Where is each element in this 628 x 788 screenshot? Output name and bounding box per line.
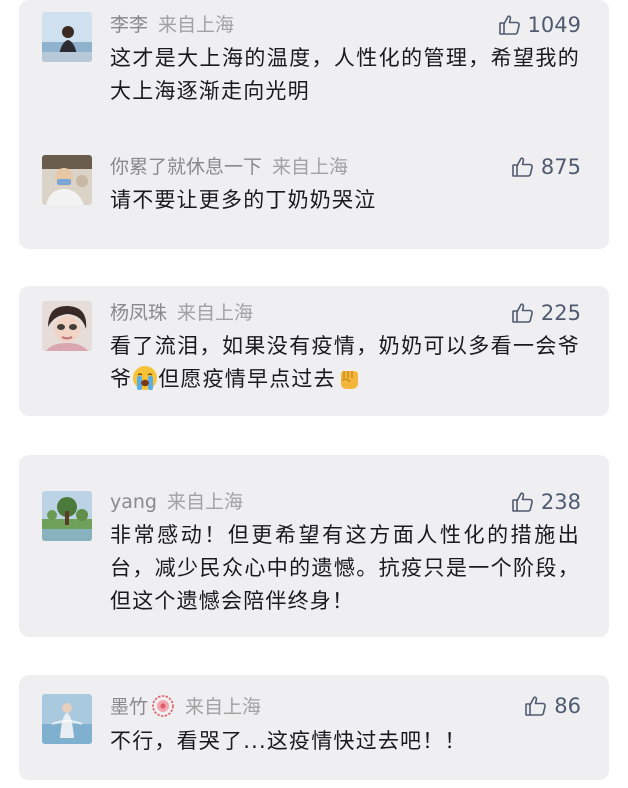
avatar[interactable]	[42, 694, 92, 744]
like-count: 86	[554, 694, 581, 718]
like-count: 238	[540, 490, 581, 514]
comment-meta: 你累了就休息一下 来自上海	[110, 155, 348, 179]
thumbs-up-icon	[524, 694, 548, 718]
like-button[interactable]: 1049	[498, 13, 581, 37]
comment-card: 杨凤珠 来自上海 225 看了流泪，如果没有疫情，奶奶可以多看一会爷爷 但愿疫情早	[19, 286, 609, 416]
user-location: 来自上海	[167, 491, 244, 513]
thumbs-up-icon	[511, 301, 535, 325]
avatar[interactable]	[42, 12, 92, 62]
like-button[interactable]: 225	[511, 301, 581, 325]
like-count: 875	[540, 155, 581, 179]
comment-text: 看了流泪，如果没有疫情，奶奶可以多看一会爷爷 但愿疫情早点过去	[110, 330, 580, 396]
user-location: 来自上海	[158, 14, 235, 36]
thumbs-up-icon	[498, 13, 522, 37]
user-location: 来自上海	[177, 302, 254, 324]
user-name[interactable]: yang	[110, 491, 157, 513]
avatar[interactable]	[42, 155, 92, 205]
comment-meta: 杨凤珠 来自上海	[110, 301, 253, 325]
user-name[interactable]: 杨凤珠	[110, 302, 167, 324]
comment-meta: 李李 来自上海	[110, 13, 234, 37]
flower-badge-icon	[151, 694, 175, 718]
loudly-crying-face-icon	[132, 365, 158, 391]
user-location: 来自上海	[185, 696, 262, 718]
comment-meta: yang 来自上海	[110, 490, 243, 514]
like-button[interactable]: 875	[511, 155, 581, 179]
comment-card: yang 来自上海 238 非常感动！但更希望有这方面人性化的措施出台，减少民众心…	[19, 455, 609, 637]
comment-meta: 墨竹 来自上海	[110, 694, 261, 719]
comment-text: 请不要让更多的丁奶奶哭泣	[110, 188, 377, 212]
raised-fist-icon	[336, 365, 362, 391]
user-name[interactable]: 你累了就休息一下	[110, 156, 262, 178]
user-name[interactable]: 李李	[110, 14, 148, 36]
thumbs-up-icon	[511, 155, 535, 179]
user-name[interactable]: 墨竹	[110, 696, 148, 718]
comment-text-part: 但愿疫情早点过去	[158, 367, 336, 391]
like-button[interactable]: 86	[524, 694, 581, 718]
avatar[interactable]	[42, 491, 92, 541]
like-button[interactable]: 238	[511, 490, 581, 514]
comment-text: 不行，看哭了...这疫情快过去吧！！	[110, 729, 467, 753]
comment-text: 这才是大上海的温度，人性化的管理，希望我的大上海逐渐走向光明	[110, 46, 580, 103]
user-location: 来自上海	[272, 156, 349, 178]
thumbs-up-icon	[511, 490, 535, 514]
comment-text: 非常感动！但更希望有这方面人性化的措施出台，减少民众心中的遗憾。抗疫只是一个阶段…	[110, 523, 580, 613]
like-count: 1049	[527, 13, 581, 37]
avatar[interactable]	[42, 301, 92, 351]
like-count: 225	[540, 301, 581, 325]
comment-card: 李李 来自上海 1049 这才是大上海的温度，人性化的管理，希望我的大上海逐渐走向…	[19, 0, 609, 249]
comment-card: 墨竹 来自上海 86 不行，看哭了...这疫情快过去吧！！	[19, 675, 609, 780]
